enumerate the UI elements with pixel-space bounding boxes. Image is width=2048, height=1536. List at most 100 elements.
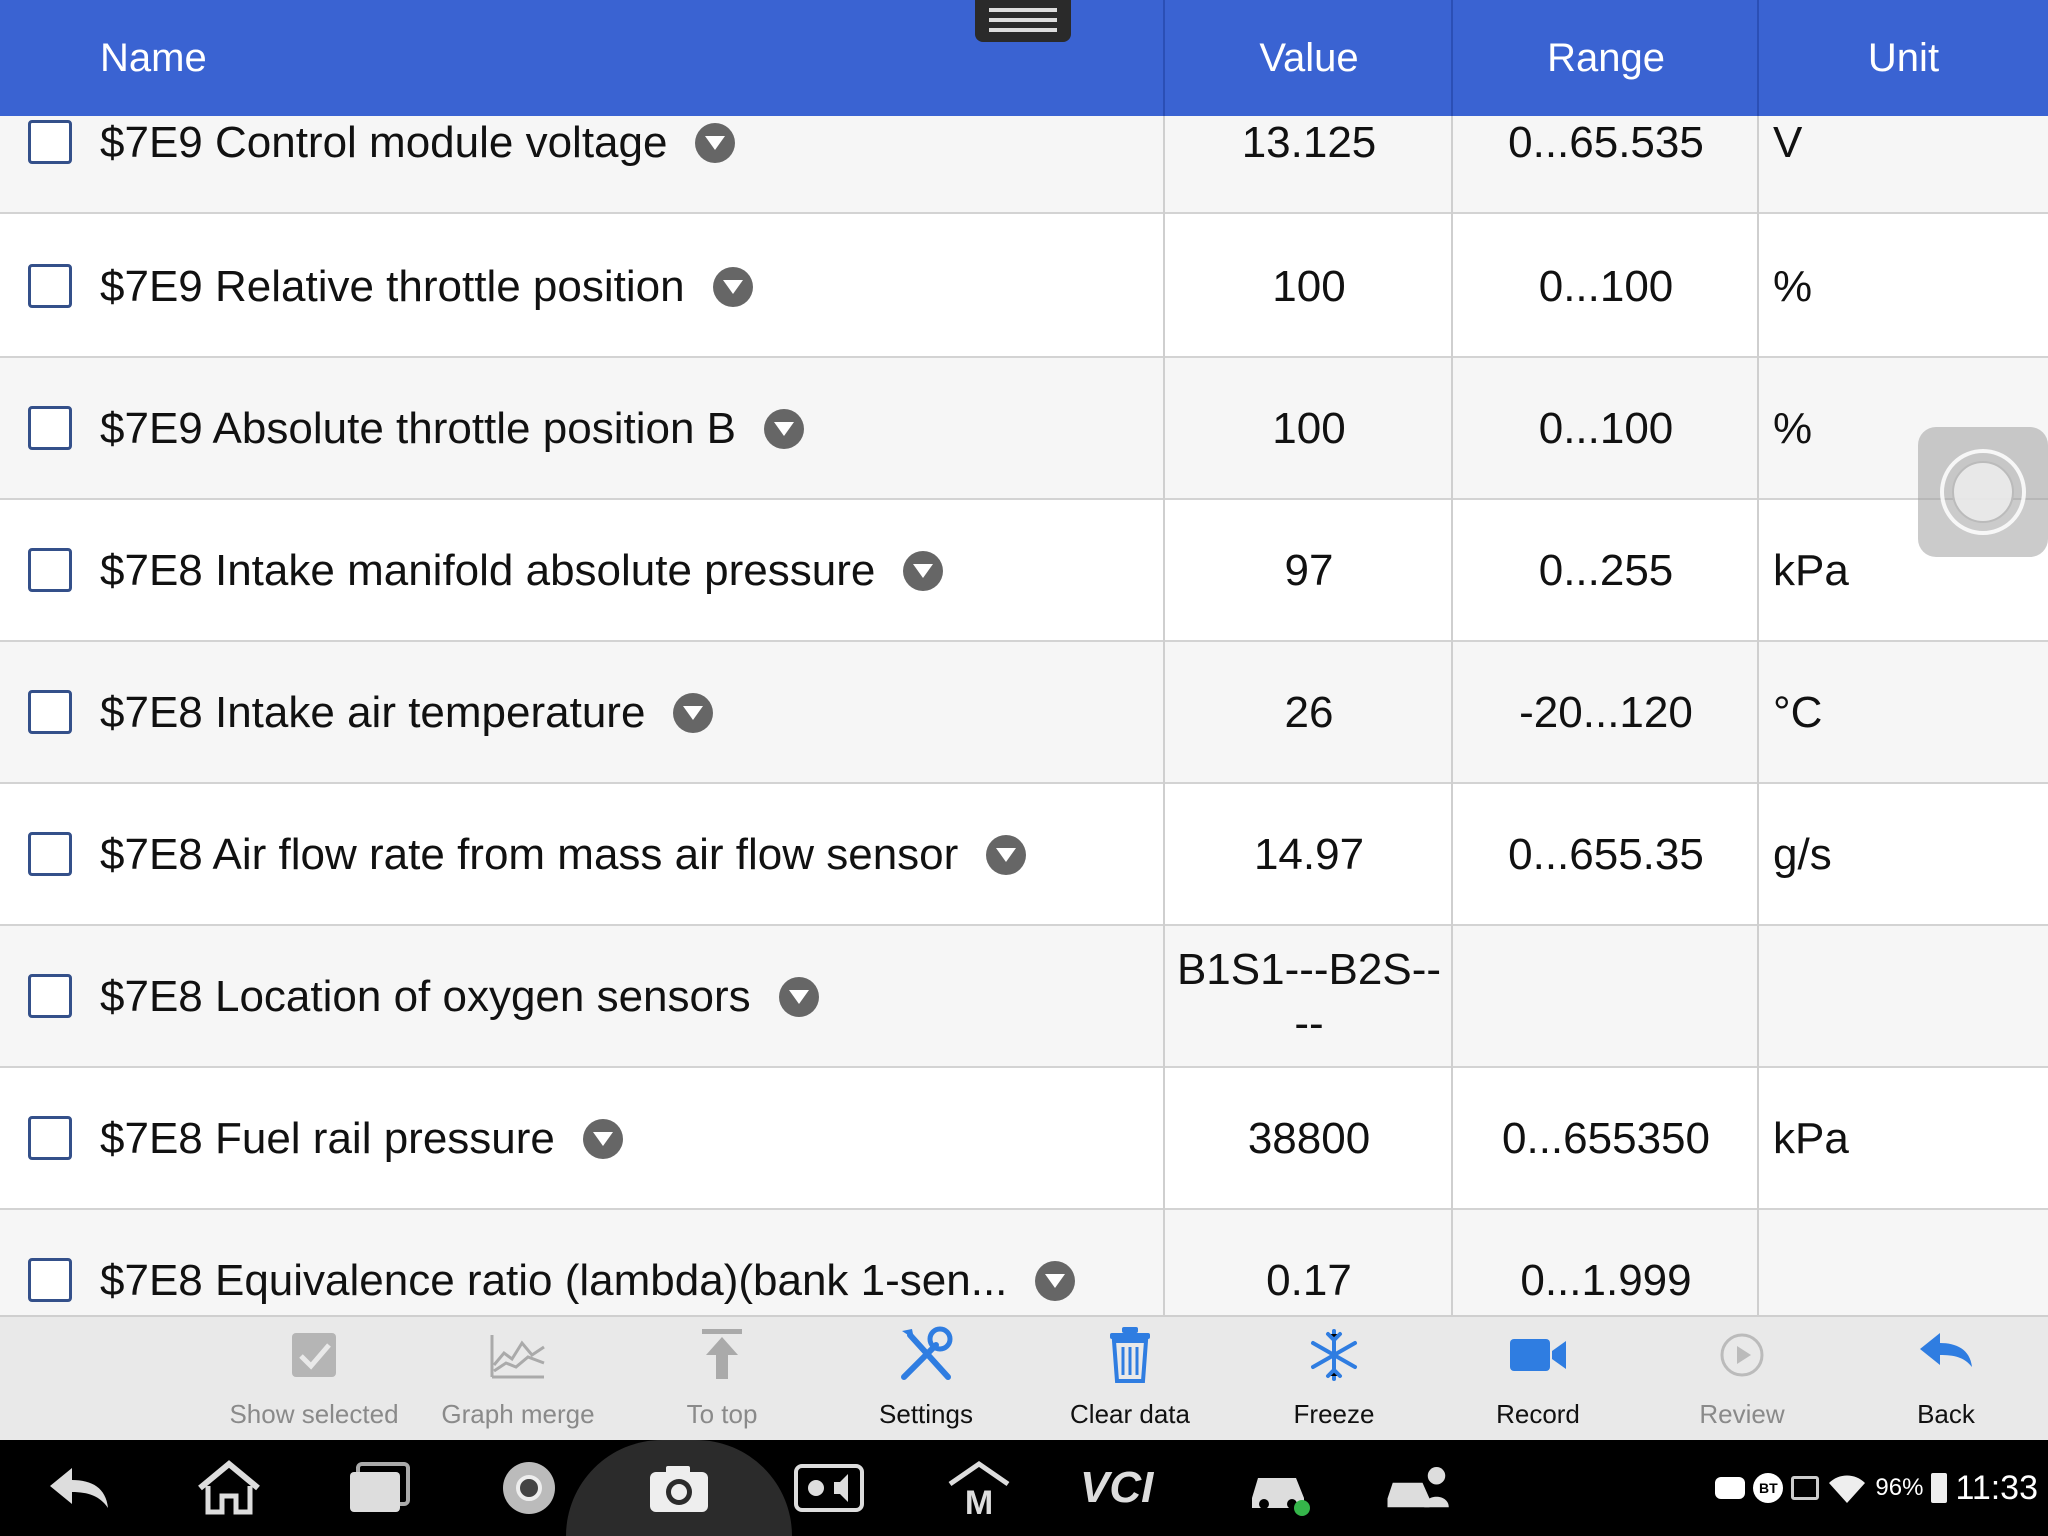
- camera-icon[interactable]: [644, 1458, 714, 1518]
- bottom-toolbar: Show selected Graph merge To top Setting…: [0, 1315, 2048, 1440]
- dropdown-arrow-icon[interactable]: [673, 693, 714, 733]
- pid-range: 0...100: [1538, 404, 1674, 453]
- car-check-icon[interactable]: [1244, 1458, 1314, 1518]
- graph-merge-button[interactable]: Graph merge: [416, 1317, 620, 1442]
- pid-value: 26: [1284, 688, 1334, 737]
- table-header: Name Value Range Unit: [0, 0, 2048, 116]
- system-back-icon[interactable]: [44, 1458, 114, 1518]
- pid-value: 100: [1272, 404, 1346, 453]
- pid-range: 0...65.535: [1508, 118, 1704, 167]
- back-button[interactable]: Back: [1844, 1317, 2048, 1442]
- pid-unit: °C: [1773, 688, 1823, 737]
- pid-value: 13.125: [1241, 118, 1377, 167]
- graph-icon: [490, 1335, 545, 1379]
- dropdown-arrow-icon[interactable]: [712, 267, 753, 307]
- trash-icon: [1110, 1327, 1150, 1383]
- row-checkbox[interactable]: [28, 406, 72, 450]
- show-selected-button[interactable]: Show selected: [212, 1317, 416, 1442]
- network-error-icon: [1791, 1476, 1820, 1500]
- header-divider: [1163, 0, 1165, 116]
- dropdown-arrow-icon[interactable]: [903, 551, 944, 591]
- dropdown-arrow-icon[interactable]: [986, 835, 1027, 875]
- pid-range: 0...1.999: [1520, 1256, 1692, 1305]
- column-header-name: Name: [100, 36, 207, 80]
- arrow-up-icon: [702, 1329, 742, 1379]
- pid-value: 38800: [1247, 1114, 1371, 1163]
- to-top-label: To top: [686, 1399, 758, 1429]
- show-selected-label: Show selected: [229, 1399, 399, 1429]
- drag-handle[interactable]: [975, 0, 1071, 42]
- table-row[interactable]: $7E8 Intake manifold absolute pressure 9…: [0, 500, 2048, 642]
- pid-range: 0...255: [1538, 546, 1674, 595]
- row-checkbox[interactable]: [28, 832, 72, 876]
- bluetooth-badge: BT: [1753, 1473, 1784, 1503]
- pid-range: 0...655.35: [1508, 830, 1704, 879]
- status-area: BT 96% 11:33: [1715, 1440, 2038, 1536]
- table-row[interactable]: $7E8 Location of oxygen sensors B1S1---B…: [0, 926, 2048, 1068]
- pid-value: 100: [1272, 262, 1346, 311]
- play-circle-icon: [1720, 1333, 1764, 1377]
- row-checkbox[interactable]: [28, 548, 72, 592]
- column-header-range: Range: [1547, 36, 1665, 80]
- pid-name: $7E9 Relative throttle position: [100, 262, 685, 311]
- dropdown-arrow-icon[interactable]: [582, 1119, 623, 1159]
- clear-data-button[interactable]: Clear data: [1028, 1317, 1232, 1442]
- pid-name: $7E8 Location of oxygen sensors: [100, 972, 751, 1021]
- clock: 11:33: [1955, 1469, 2038, 1507]
- row-checkbox[interactable]: [28, 1258, 72, 1302]
- settings-button[interactable]: Settings: [824, 1317, 1028, 1442]
- row-checkbox[interactable]: [28, 690, 72, 734]
- row-checkbox[interactable]: [28, 264, 72, 308]
- data-stream-list[interactable]: $7E9 Control module voltage 13.125 0...6…: [0, 116, 2048, 1315]
- pid-unit: g/s: [1773, 830, 1832, 879]
- table-row[interactable]: $7E8 Air flow rate from mass air flow se…: [0, 784, 2048, 926]
- home-icon[interactable]: [194, 1458, 264, 1518]
- assistive-touch-button[interactable]: [1918, 427, 2048, 557]
- pid-unit: kPa: [1773, 1114, 1849, 1163]
- review-button[interactable]: Review: [1640, 1317, 1844, 1442]
- vci-icon[interactable]: VCI: [1080, 1458, 1180, 1518]
- dropdown-arrow-icon[interactable]: [763, 409, 804, 449]
- pid-value: 0.17: [1266, 1256, 1352, 1305]
- table-row[interactable]: $7E9 Absolute throttle position B 100 0.…: [0, 358, 2048, 500]
- table-row[interactable]: $7E9 Control module voltage 13.125 0...6…: [0, 116, 2048, 214]
- row-checkbox[interactable]: [28, 1116, 72, 1160]
- snowflake-icon: [1311, 1329, 1357, 1381]
- settings-label: Settings: [879, 1399, 973, 1429]
- freeze-label: Freeze: [1293, 1399, 1375, 1429]
- back-arrow-icon: [1920, 1333, 1972, 1367]
- table-row[interactable]: $7E8 Fuel rail pressure 38800 0...655350…: [0, 1068, 2048, 1210]
- to-top-button[interactable]: To top: [620, 1317, 824, 1442]
- pid-name: $7E8 Fuel rail pressure: [100, 1114, 555, 1163]
- row-checkbox[interactable]: [28, 120, 72, 164]
- pid-unit: V: [1773, 118, 1803, 167]
- brightness-volume-icon[interactable]: [794, 1458, 864, 1518]
- recent-apps-icon[interactable]: [344, 1458, 414, 1518]
- pid-name: $7E8 Intake air temperature: [100, 688, 646, 737]
- table-row[interactable]: $7E9 Relative throttle position 100 0...…: [0, 216, 2048, 358]
- pid-unit: [1773, 926, 2033, 1068]
- table-row[interactable]: $7E8 Equivalence ratio (lambda)(bank 1-s…: [0, 1210, 2048, 1315]
- dropdown-arrow-icon[interactable]: [695, 123, 736, 163]
- pid-name: $7E9 Control module voltage: [100, 118, 668, 167]
- record-label: Record: [1496, 1399, 1580, 1429]
- browser-icon[interactable]: [494, 1458, 564, 1518]
- column-divider: [1451, 116, 1453, 1315]
- pid-range: 0...100: [1538, 262, 1674, 311]
- dropdown-arrow-icon[interactable]: [778, 977, 819, 1017]
- maxifix-icon[interactable]: M: [944, 1458, 1014, 1518]
- pid-range: [1453, 926, 1759, 1068]
- dropdown-arrow-icon[interactable]: [1035, 1261, 1076, 1301]
- row-checkbox[interactable]: [28, 974, 72, 1018]
- pid-unit: [1773, 1210, 2033, 1315]
- pid-value: 97: [1284, 546, 1334, 595]
- remote-expert-icon[interactable]: [1384, 1458, 1454, 1518]
- pid-range: -20...120: [1519, 688, 1693, 737]
- column-divider: [1163, 116, 1165, 1315]
- table-row[interactable]: $7E8 Intake air temperature 26 -20...120…: [0, 642, 2048, 784]
- freeze-button[interactable]: Freeze: [1232, 1317, 1436, 1442]
- column-divider: [1757, 116, 1759, 1315]
- pid-name: $7E8 Air flow rate from mass air flow se…: [100, 830, 959, 879]
- record-button[interactable]: Record: [1436, 1317, 1640, 1442]
- review-label: Review: [1699, 1399, 1785, 1429]
